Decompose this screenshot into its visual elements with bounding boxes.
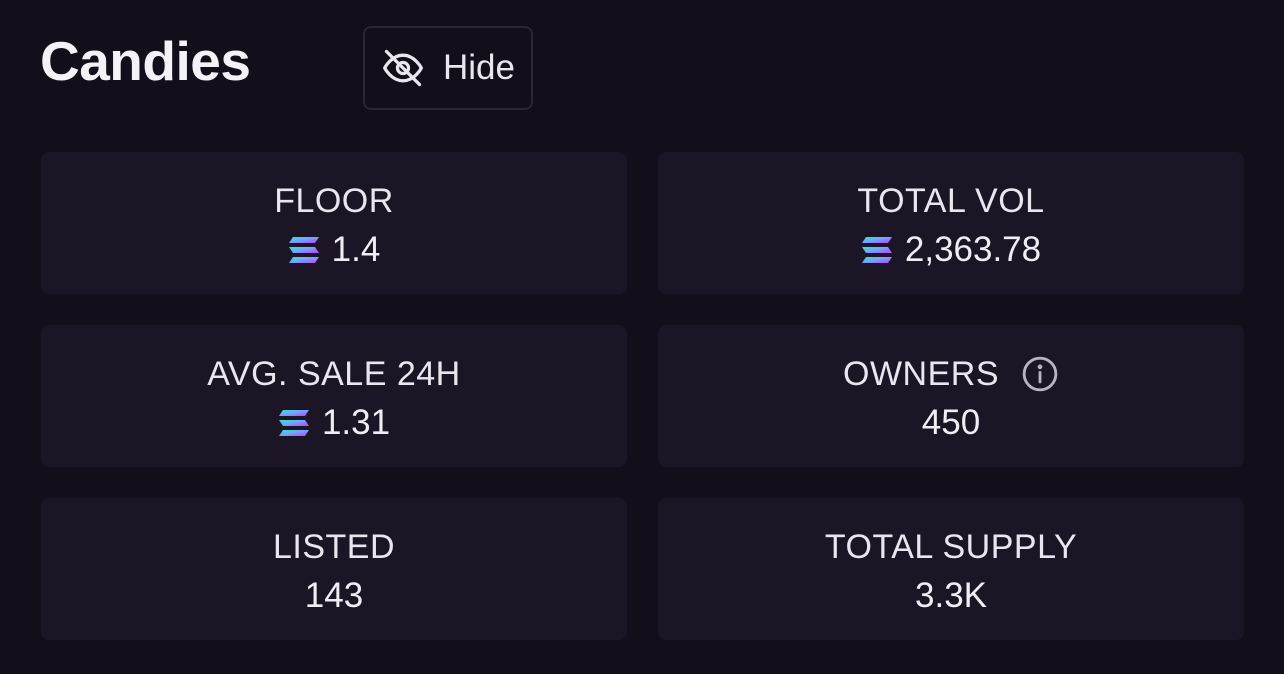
stat-label-floor: FLOOR bbox=[274, 182, 394, 220]
stat-value-avg-sale: 1.31 bbox=[321, 403, 391, 442]
stats-grid: FLOOR 1.4 TOTAL VOL 2,363.78 AVG. SALE 2… bbox=[41, 152, 1244, 640]
info-icon[interactable] bbox=[1021, 355, 1059, 393]
hide-button[interactable]: Hide bbox=[363, 26, 533, 110]
stat-value-total-vol: 2,363.78 bbox=[904, 230, 1042, 269]
stat-card-floor: FLOOR 1.4 bbox=[41, 152, 627, 294]
eye-off-icon bbox=[381, 46, 425, 90]
solana-icon bbox=[861, 236, 893, 264]
stat-label-listed: LISTED bbox=[272, 528, 396, 566]
hide-button-label: Hide bbox=[443, 48, 515, 87]
stat-value-total-supply: 3.3K bbox=[915, 576, 987, 615]
stat-label-avg-sale: AVG. SALE 24H bbox=[207, 355, 461, 393]
stat-card-total-supply: TOTAL SUPPLY 3.3K bbox=[658, 498, 1244, 640]
stat-value-listed: 143 bbox=[304, 576, 364, 615]
stat-label-total-vol: TOTAL VOL bbox=[857, 182, 1045, 220]
stat-card-avg-sale: AVG. SALE 24H 1.31 bbox=[41, 325, 627, 467]
stat-card-total-vol: TOTAL VOL 2,363.78 bbox=[658, 152, 1244, 294]
stat-value-floor: 1.4 bbox=[331, 230, 381, 269]
page-title: Candies bbox=[40, 30, 251, 92]
stat-card-owners: OWNERS 450 bbox=[658, 325, 1244, 467]
solana-icon bbox=[288, 236, 320, 264]
stat-value-owners: 450 bbox=[921, 403, 981, 442]
stat-label-total-supply: TOTAL SUPPLY bbox=[824, 528, 1078, 566]
solana-icon bbox=[278, 409, 310, 437]
stat-card-listed: LISTED 143 bbox=[41, 498, 627, 640]
stat-label-owners: OWNERS bbox=[843, 355, 999, 393]
